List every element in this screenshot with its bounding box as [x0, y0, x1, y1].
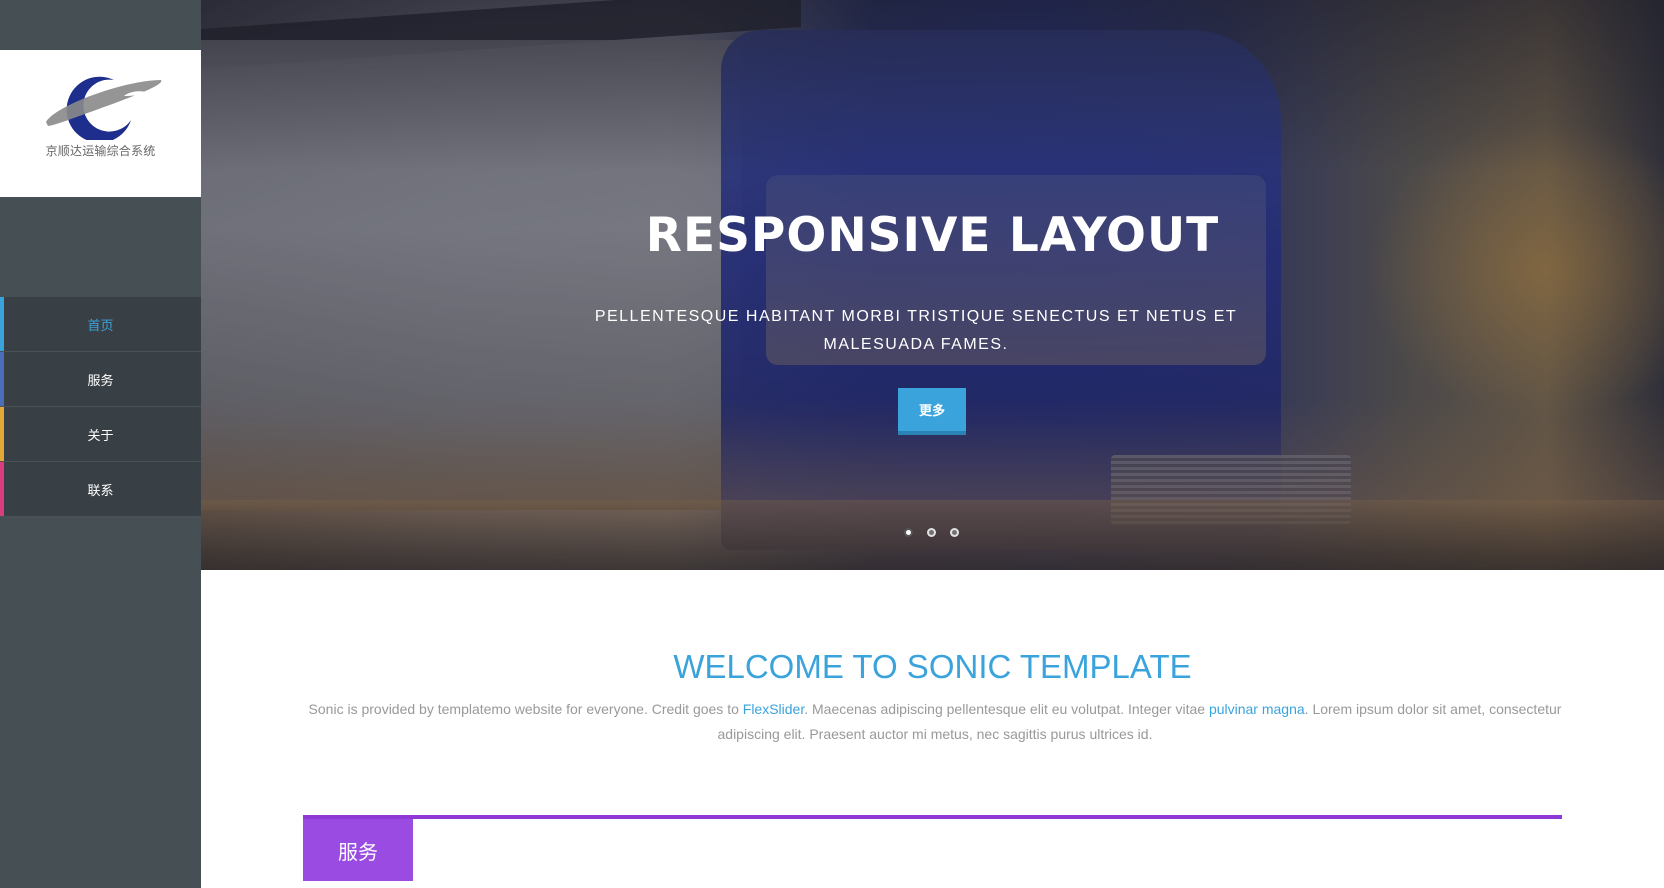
welcome-text-part: . Maecenas adipiscing pellentesque elit … — [804, 701, 1209, 717]
welcome-title: WELCOME TO SONIC TEMPLATE — [673, 648, 1192, 685]
nav-item-label: 联系 — [87, 483, 114, 499]
nav-item-contact[interactable]: 联系 — [0, 462, 201, 517]
more-button[interactable]: 更多 — [898, 388, 966, 435]
nav-accent-bar — [0, 407, 4, 461]
pulvinar-magna-link[interactable]: pulvinar magna — [1209, 701, 1305, 717]
nav-item-label: 首页 — [87, 318, 114, 334]
hero-slider: RESPONSIVE LAYOUT PELLENTESQUE HABITANT … — [201, 0, 1664, 570]
slider-dot-2[interactable] — [927, 528, 936, 537]
slider-pagination — [904, 528, 959, 537]
logo-text: 京顺达运输综合系统 — [45, 144, 156, 158]
services-tab[interactable]: 服务 — [303, 819, 413, 881]
nav-item-label: 服务 — [87, 373, 114, 389]
slider-dot-3[interactable] — [950, 528, 959, 537]
hero-overlay — [201, 0, 1664, 570]
sidebar: 京顺达运输综合系统 首页 服务 关于 联系 — [0, 0, 201, 888]
nav-accent-bar — [0, 352, 4, 406]
nav-accent-bar — [0, 297, 4, 351]
welcome-text: Sonic is provided by templatemo website … — [285, 697, 1585, 747]
nav-item-services[interactable]: 服务 — [0, 352, 201, 407]
services-divider — [303, 815, 1562, 819]
hero-title: RESPONSIVE LAYOUT — [645, 208, 1220, 263]
welcome-text-part: Sonic is provided by templatemo website … — [308, 701, 743, 717]
logo-emblem-icon — [45, 76, 161, 140]
nav-item-label: 关于 — [87, 428, 114, 444]
nav-accent-bar — [0, 462, 4, 516]
slider-dot-1[interactable] — [904, 528, 913, 537]
logo[interactable]: 京顺达运输综合系统 — [0, 50, 201, 197]
nav-item-about[interactable]: 关于 — [0, 407, 201, 462]
nav-item-home[interactable]: 首页 — [0, 297, 201, 352]
main-nav: 首页 服务 关于 联系 — [0, 297, 201, 517]
hero-subtitle: PELLENTESQUE HABITANT MORBI TRISTIQUE SE… — [594, 308, 1238, 353]
flexslider-link[interactable]: FlexSlider — [743, 701, 804, 717]
